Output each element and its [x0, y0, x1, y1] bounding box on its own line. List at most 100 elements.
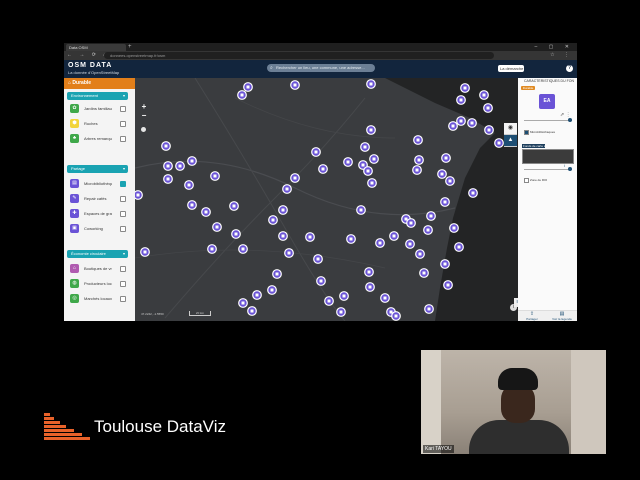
poi-checkbox[interactable]	[120, 136, 126, 142]
book-icon	[166, 177, 170, 181]
book-icon	[444, 156, 448, 160]
map-characteristics-panel: CARACTÉRISTIQUES DU FOND DE CARTE Durabl…	[518, 78, 577, 321]
help-icon[interactable]: ?	[566, 65, 573, 72]
browser-tab[interactable]: Data OSM	[66, 44, 126, 51]
basemap-preview[interactable]	[522, 149, 574, 164]
poi-item[interactable]: ✚ Espaces de gratuité	[70, 208, 126, 219]
new-tab-icon[interactable]: +	[128, 43, 132, 51]
participant-body	[469, 420, 569, 454]
background-door	[571, 350, 606, 454]
poi-checkbox[interactable]	[120, 266, 126, 272]
poi-item[interactable]: ◍ Producteurs locaux	[70, 278, 126, 289]
layer-checkbox[interactable]	[524, 178, 529, 183]
chevron-down-icon: ▾	[122, 251, 125, 256]
layers-tab-icon[interactable]: ▲	[504, 135, 517, 147]
book-icon	[275, 272, 279, 276]
book-icon	[308, 235, 312, 239]
book-icon	[240, 93, 244, 97]
microlibrary-markers[interactable]	[135, 79, 504, 321]
poi-checkbox[interactable]	[120, 196, 126, 202]
search-input[interactable]: ⌕ Rechercher un lieu, une commune, une a…	[267, 64, 375, 72]
map-canvas[interactable]: + − 47.2242, -1.5550 20 km i	[135, 78, 518, 321]
book-icon	[389, 310, 393, 314]
extensions-icon[interactable]: ☆ ⋮	[550, 51, 573, 60]
search-placeholder: Rechercher un lieu, une commune, une adr…	[276, 65, 365, 70]
share-label: Partager	[526, 317, 538, 321]
book-icon	[234, 232, 238, 236]
book-icon	[270, 288, 274, 292]
poi-label: Marchés locaux	[84, 296, 112, 301]
search-icon: ⌕	[270, 65, 273, 71]
book-icon	[451, 124, 455, 128]
section-environment[interactable]: Environnement ▾	[67, 92, 128, 100]
garden-icon: ✿	[70, 104, 79, 113]
legend-label: Voir la légende	[552, 317, 572, 321]
book-icon	[316, 257, 320, 261]
book-icon	[187, 183, 191, 187]
book-icon	[349, 237, 353, 241]
legend-button[interactable]: ▤ Voir la légende	[548, 311, 576, 321]
opacity-slider[interactable]	[524, 120, 572, 121]
app-header: OSM DATA La donnée d'OpenStreetMap ⌕ Rec…	[64, 60, 577, 78]
book-icon	[418, 252, 422, 256]
book-icon: ▤	[70, 179, 79, 188]
share-button[interactable]: ⇪ Partager	[518, 311, 546, 321]
poi-item[interactable]: ✎ Repair cafés	[70, 193, 126, 204]
address-bar[interactable]: donnees.openstreetmap.fr/osm	[104, 52, 494, 59]
webcam-feed: Kari TAYOU	[421, 350, 606, 454]
book-icon	[486, 106, 490, 110]
slider-handle[interactable]	[568, 167, 572, 171]
poi-checkbox[interactable]	[120, 226, 126, 232]
layer-checkbox-checked[interactable]	[524, 130, 529, 135]
poi-item[interactable]: ⌂ Boutiques de vrac	[70, 263, 126, 274]
poi-item[interactable]: ◎ Marchés locaux	[70, 293, 126, 304]
wrench-icon: ✎	[70, 194, 79, 203]
slider-handle[interactable]	[568, 118, 572, 122]
basket-icon: ◍	[70, 279, 79, 288]
layer-label: Microbibliothèques	[530, 130, 556, 134]
approach-select[interactable]: La démarche	[498, 65, 524, 72]
book-icon	[482, 93, 486, 97]
poi-item[interactable]: ▣ Coworking	[70, 223, 126, 234]
locate-icon[interactable]	[141, 127, 146, 132]
window-controls[interactable]: – ▢ ✕	[535, 43, 574, 51]
panel-title: CARACTÉRISTIQUES DU FOND DE CARTE	[524, 79, 574, 83]
poi-checkbox[interactable]	[120, 281, 126, 287]
poi-item[interactable]: ▤ Microbibliothèques	[70, 178, 126, 189]
book-icon	[342, 294, 346, 298]
poi-checkbox-checked[interactable]	[120, 181, 126, 187]
avatar: EA	[539, 94, 555, 109]
basemap-opacity-slider[interactable]	[524, 169, 572, 170]
book-icon	[408, 242, 412, 246]
book-icon	[136, 193, 140, 197]
app-title[interactable]: OSM DATA	[68, 62, 112, 69]
zoom-out-button[interactable]: −	[140, 111, 148, 120]
section-circular-economy[interactable]: Économie circulaire ▾	[67, 250, 128, 258]
poi-checkbox[interactable]	[120, 106, 126, 112]
book-icon	[293, 83, 297, 87]
book-icon	[363, 145, 367, 149]
info-icon[interactable]: i	[564, 163, 565, 168]
chevron-down-icon: ▾	[122, 93, 125, 98]
book-icon	[369, 82, 373, 86]
book-icon	[164, 144, 168, 148]
poi-checkbox[interactable]	[120, 211, 126, 217]
layer-label: Zone de ROI	[530, 178, 548, 182]
info-tab-icon[interactable]: ◉	[504, 123, 517, 135]
basemap-button[interactable]: Fonds de carte sombre	[522, 144, 545, 148]
book-icon	[250, 309, 254, 313]
poi-item[interactable]: ♣ Arbres remarquables	[70, 133, 126, 144]
chevron-down-icon: ▾	[122, 166, 125, 171]
poi-checkbox[interactable]	[120, 296, 126, 302]
book-icon	[210, 247, 214, 251]
book-icon	[314, 150, 318, 154]
poi-item[interactable]: ⬢ Ruches	[70, 118, 126, 129]
book-icon	[359, 208, 363, 212]
poi-checkbox[interactable]	[120, 121, 126, 127]
zoom-in-button[interactable]: +	[140, 102, 148, 111]
section-sharing[interactable]: Partage ▾	[67, 165, 128, 173]
poi-label: Repair cafés	[84, 196, 107, 201]
poi-item[interactable]: ✿ Jardins familiaux	[70, 103, 126, 114]
book-icon	[281, 234, 285, 238]
book-icon	[383, 296, 387, 300]
